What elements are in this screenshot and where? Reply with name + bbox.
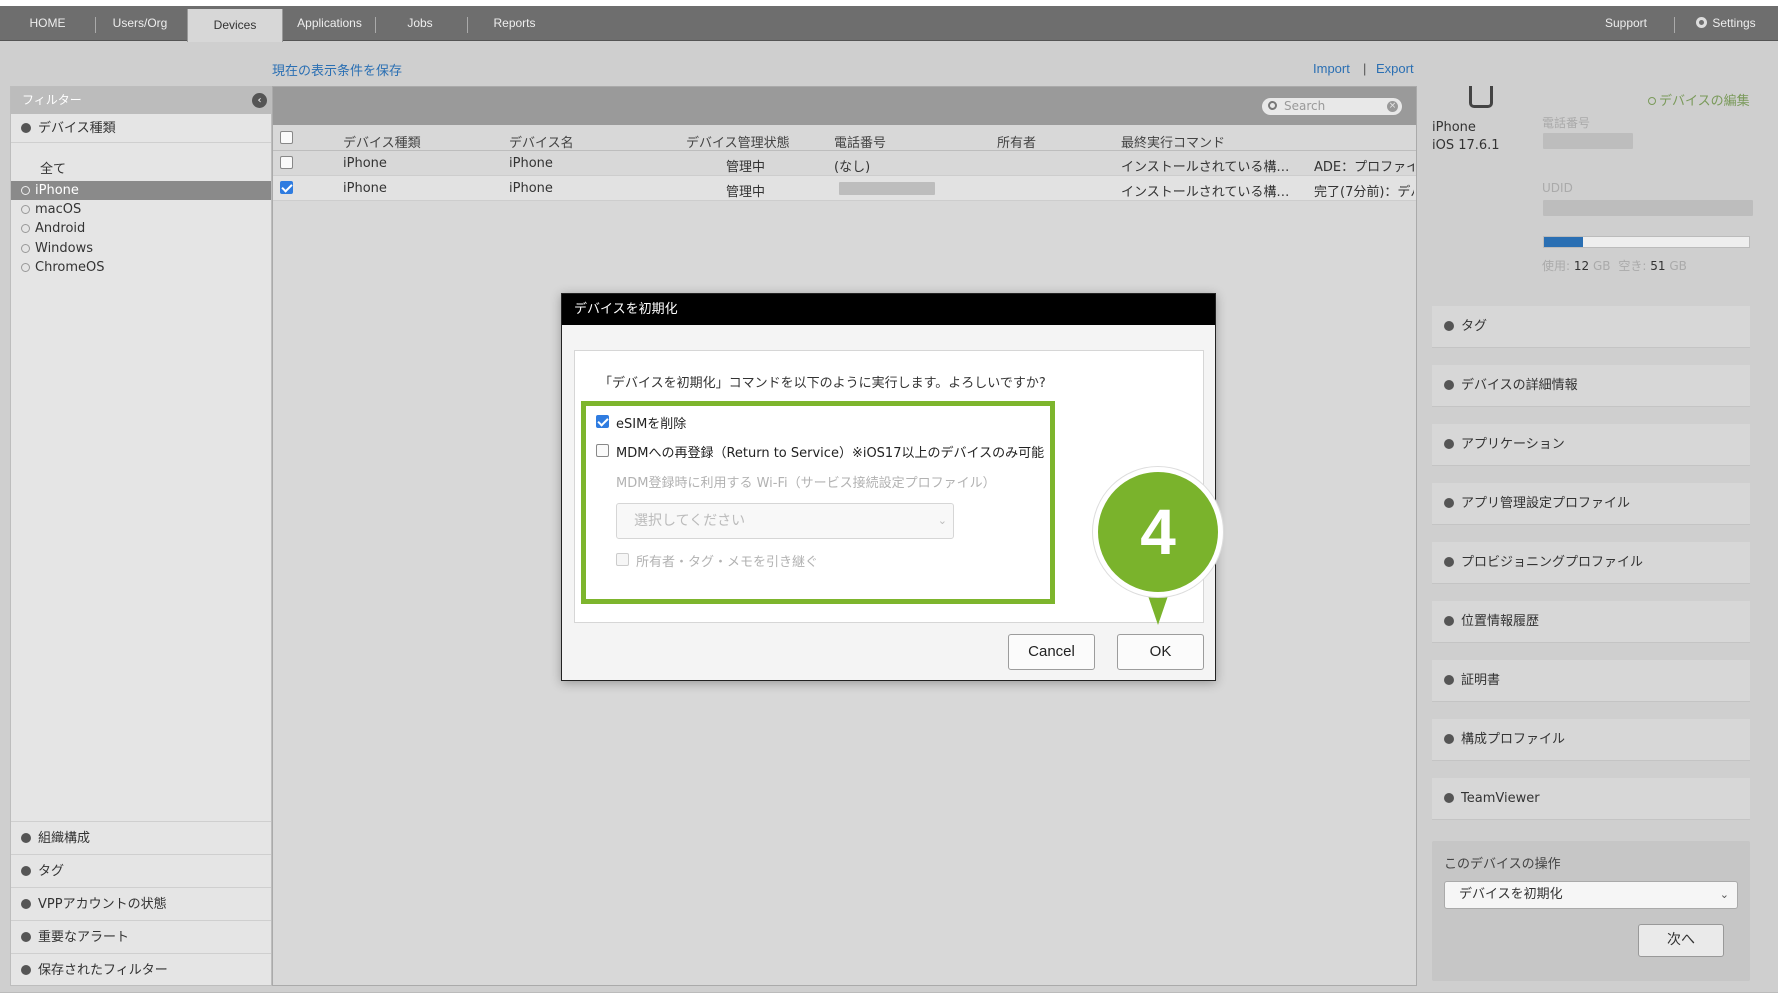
return-to-service-checkbox[interactable] [596,444,609,457]
dialog-message: 「デバイスを初期化」コマンドを以下のように実行します。よろしいですか? [599,376,1046,391]
wifi-profile-label: MDM登録時に利用する Wi-Fi（サービス接続設定プロファイル） [616,476,996,491]
step-callout: 4 [1093,467,1223,630]
highlight-box: eSIMを削除 MDMへの再登録（Return to Service）※iOS1… [581,401,1055,604]
return-to-service-label: MDMへの再登録（Return to Service）※iOS17以上のデバイス… [616,446,1045,461]
ok-button[interactable]: OK [1117,634,1204,670]
inherit-label: 所有者・タグ・メモを引き継ぐ [636,555,819,570]
dialog-title: デバイスを初期化 [562,294,1215,325]
app-shell: HOME Users/Org Devices Applications Jobs… [0,6,1778,993]
esim-option-label: eSIMを削除 [616,417,687,432]
cancel-button[interactable]: Cancel [1008,634,1095,670]
step-number: 4 [1093,467,1223,597]
esim-checkbox[interactable] [596,415,609,428]
chevron-down-icon: ⌄ [937,514,947,527]
inherit-checkbox[interactable] [616,553,629,566]
app-window: HOME Users/Org Devices Applications Jobs… [0,0,1778,1000]
wifi-profile-select[interactable]: 選択してください ⌄ [616,503,954,539]
wifi-profile-placeholder: 選択してください [634,513,746,529]
